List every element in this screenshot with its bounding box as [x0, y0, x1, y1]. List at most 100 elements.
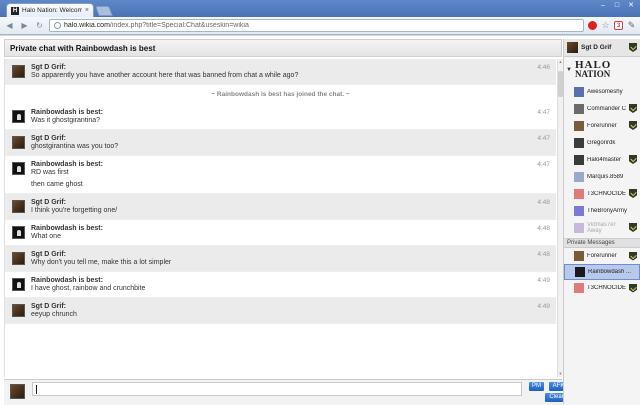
user-name: Forerunner [587, 253, 617, 259]
avatar[interactable] [12, 304, 25, 317]
avatar [575, 267, 585, 277]
chat-message: Sgt D Grif: I think you're forgetting one… [5, 194, 556, 220]
moderator-badge-icon [629, 155, 637, 164]
page: Private chat with Rainbowdash is best Sg… [0, 36, 640, 405]
message-username[interactable]: Sgt D Grif: [31, 251, 526, 258]
message-username[interactable]: Rainbowdash is best: [31, 225, 526, 232]
chat-message: Rainbowdash is best: What one 4:48 [5, 220, 556, 246]
close-window-icon[interactable]: ✕ [626, 2, 636, 10]
chat-message: Sgt D Grif: eeyup chrunch 4:49 [5, 298, 556, 324]
composer: PM AFK Clear [4, 379, 568, 405]
address-bar[interactable]: halo.wikia.com/index.php?title=Special:C… [49, 19, 584, 32]
avatar[interactable] [12, 200, 25, 213]
user-list-item[interactable]: Vidmas7er Away [564, 219, 640, 236]
message-username[interactable]: Sgt D Grif: [31, 199, 526, 206]
message-time: 4:48 [537, 199, 550, 206]
avatar [574, 251, 584, 261]
avatar[interactable] [12, 278, 25, 291]
user-name: T3CHNOCIDE [587, 285, 626, 291]
message-text: What one [31, 233, 61, 240]
moderator-badge-icon [629, 43, 637, 52]
message-time: 4:46 [537, 64, 550, 71]
user-name: Rainbowdash ... [588, 269, 632, 275]
user-list-item[interactable]: Forerunner [564, 117, 640, 134]
private-message-item[interactable]: Rainbowdash ... [564, 264, 640, 280]
message-time: 4:49 [537, 277, 550, 284]
user-list: Awesomeshy Commander C Forerunner Gregorird… [564, 83, 640, 236]
user-list-item[interactable]: Commander C [564, 100, 640, 117]
private-message-item[interactable]: T3CHNOCIDE [564, 280, 640, 296]
user-sidebar: Sgt D Grif ▼ HALO NATION Awesomeshy Comman… [563, 39, 640, 405]
user-name: Forerunner [587, 122, 617, 129]
message-username[interactable]: Sgt D Grif: [31, 135, 526, 142]
reload-icon[interactable]: ↻ [34, 20, 45, 31]
message-text: Was it ghostgirantina? [31, 117, 100, 124]
minimize-icon[interactable]: – [598, 2, 608, 10]
message-input[interactable] [32, 382, 522, 396]
gmail-checker-icon[interactable]: 3 [614, 21, 623, 30]
adblock-icon[interactable] [588, 21, 597, 30]
message-text: eeyup chrunch [31, 311, 77, 318]
tab-close-icon[interactable]: × [85, 7, 89, 14]
avatar [574, 171, 584, 182]
current-user-name: Sgt D Grif [581, 44, 612, 51]
user-list-item[interactable]: Marquis.8589 [564, 168, 640, 185]
user-name: TheBronyArmy [587, 207, 628, 214]
message-username[interactable]: Sgt D Grif: [31, 64, 526, 71]
message-text: RD was first [31, 169, 69, 176]
forward-icon[interactable]: ▶ [19, 20, 30, 31]
moderator-badge-icon [629, 104, 637, 113]
avatar[interactable] [12, 110, 25, 123]
avatar[interactable] [12, 252, 25, 265]
back-icon[interactable]: ◀ [4, 20, 15, 31]
message-text: I have ghost, rainbow and crunchbite [31, 285, 146, 292]
private-messages-header: Private Messages [564, 238, 640, 248]
user-name: Vidmas7er Away [587, 221, 616, 234]
browser-tab[interactable]: H Halo Nation: Welcome to t × [6, 3, 94, 17]
user-name: Awesomeshy [587, 88, 623, 95]
user-list-item[interactable]: TheBronyArmy [564, 202, 640, 219]
browser-toolbar: ◀ ▶ ↻ halo.wikia.com/index.php?title=Spe… [0, 17, 640, 35]
avatar[interactable] [12, 162, 25, 175]
avatar [574, 205, 584, 216]
star-icon[interactable]: ☆ [601, 21, 610, 30]
moderator-badge-icon [629, 251, 637, 261]
message-time: 4:47 [537, 109, 550, 116]
maximize-icon[interactable]: □ [612, 2, 622, 10]
my-avatar [10, 384, 25, 399]
user-name: Commander C [587, 105, 626, 112]
avatar [574, 154, 584, 165]
avatar[interactable] [12, 65, 25, 78]
tab-title: Halo Nation: Welcome to t [22, 7, 82, 14]
avatar[interactable] [12, 226, 25, 239]
private-list: Forerunner Rainbowdash ... T3CHNOCIDE [564, 248, 640, 296]
message-username[interactable]: Rainbowdash is best: [31, 277, 526, 284]
avatar[interactable] [12, 136, 25, 149]
user-list-item[interactable]: Halo4master [564, 151, 640, 168]
avatar [574, 86, 584, 97]
user-list-item[interactable]: T3CHNOCIDE [564, 185, 640, 202]
wiki-logo[interactable]: ▼ HALO NATION [564, 57, 640, 83]
user-list-item[interactable]: Gregorirdk [564, 134, 640, 151]
message-username[interactable]: Rainbowdash is best: [31, 161, 526, 168]
message-time: 4:47 [537, 135, 550, 142]
user-list-item[interactable]: Awesomeshy [564, 83, 640, 100]
chat-message: Sgt D Grif: Why don't you tell me, make t… [5, 246, 556, 272]
current-user[interactable]: Sgt D Grif [564, 39, 640, 57]
new-tab-button[interactable] [95, 6, 113, 16]
collapse-triangle-icon[interactable]: ▼ [566, 67, 572, 73]
message-text: I think you're forgetting one/ [31, 207, 118, 214]
window-controls: – □ ✕ [598, 2, 636, 10]
globe-icon [54, 22, 61, 29]
pm-button[interactable]: PM [529, 382, 544, 391]
halo-nation-logo: HALO NATION [574, 59, 612, 79]
chat-message: Rainbowdash is best: RD was first then cam… [5, 156, 556, 194]
message-list[interactable]: Sgt D Grif: So apparently you have anothe… [4, 59, 556, 377]
wrench-icon[interactable]: ✎ [627, 21, 636, 30]
message-time: 4:49 [537, 303, 550, 310]
message-username[interactable]: Rainbowdash is best: [31, 109, 526, 116]
message-username[interactable]: Sgt D Grif: [31, 303, 526, 310]
moderator-badge-icon [629, 283, 637, 293]
chat-main: Private chat with Rainbowdash is best Sg… [4, 39, 568, 405]
private-message-item[interactable]: Forerunner [564, 248, 640, 264]
